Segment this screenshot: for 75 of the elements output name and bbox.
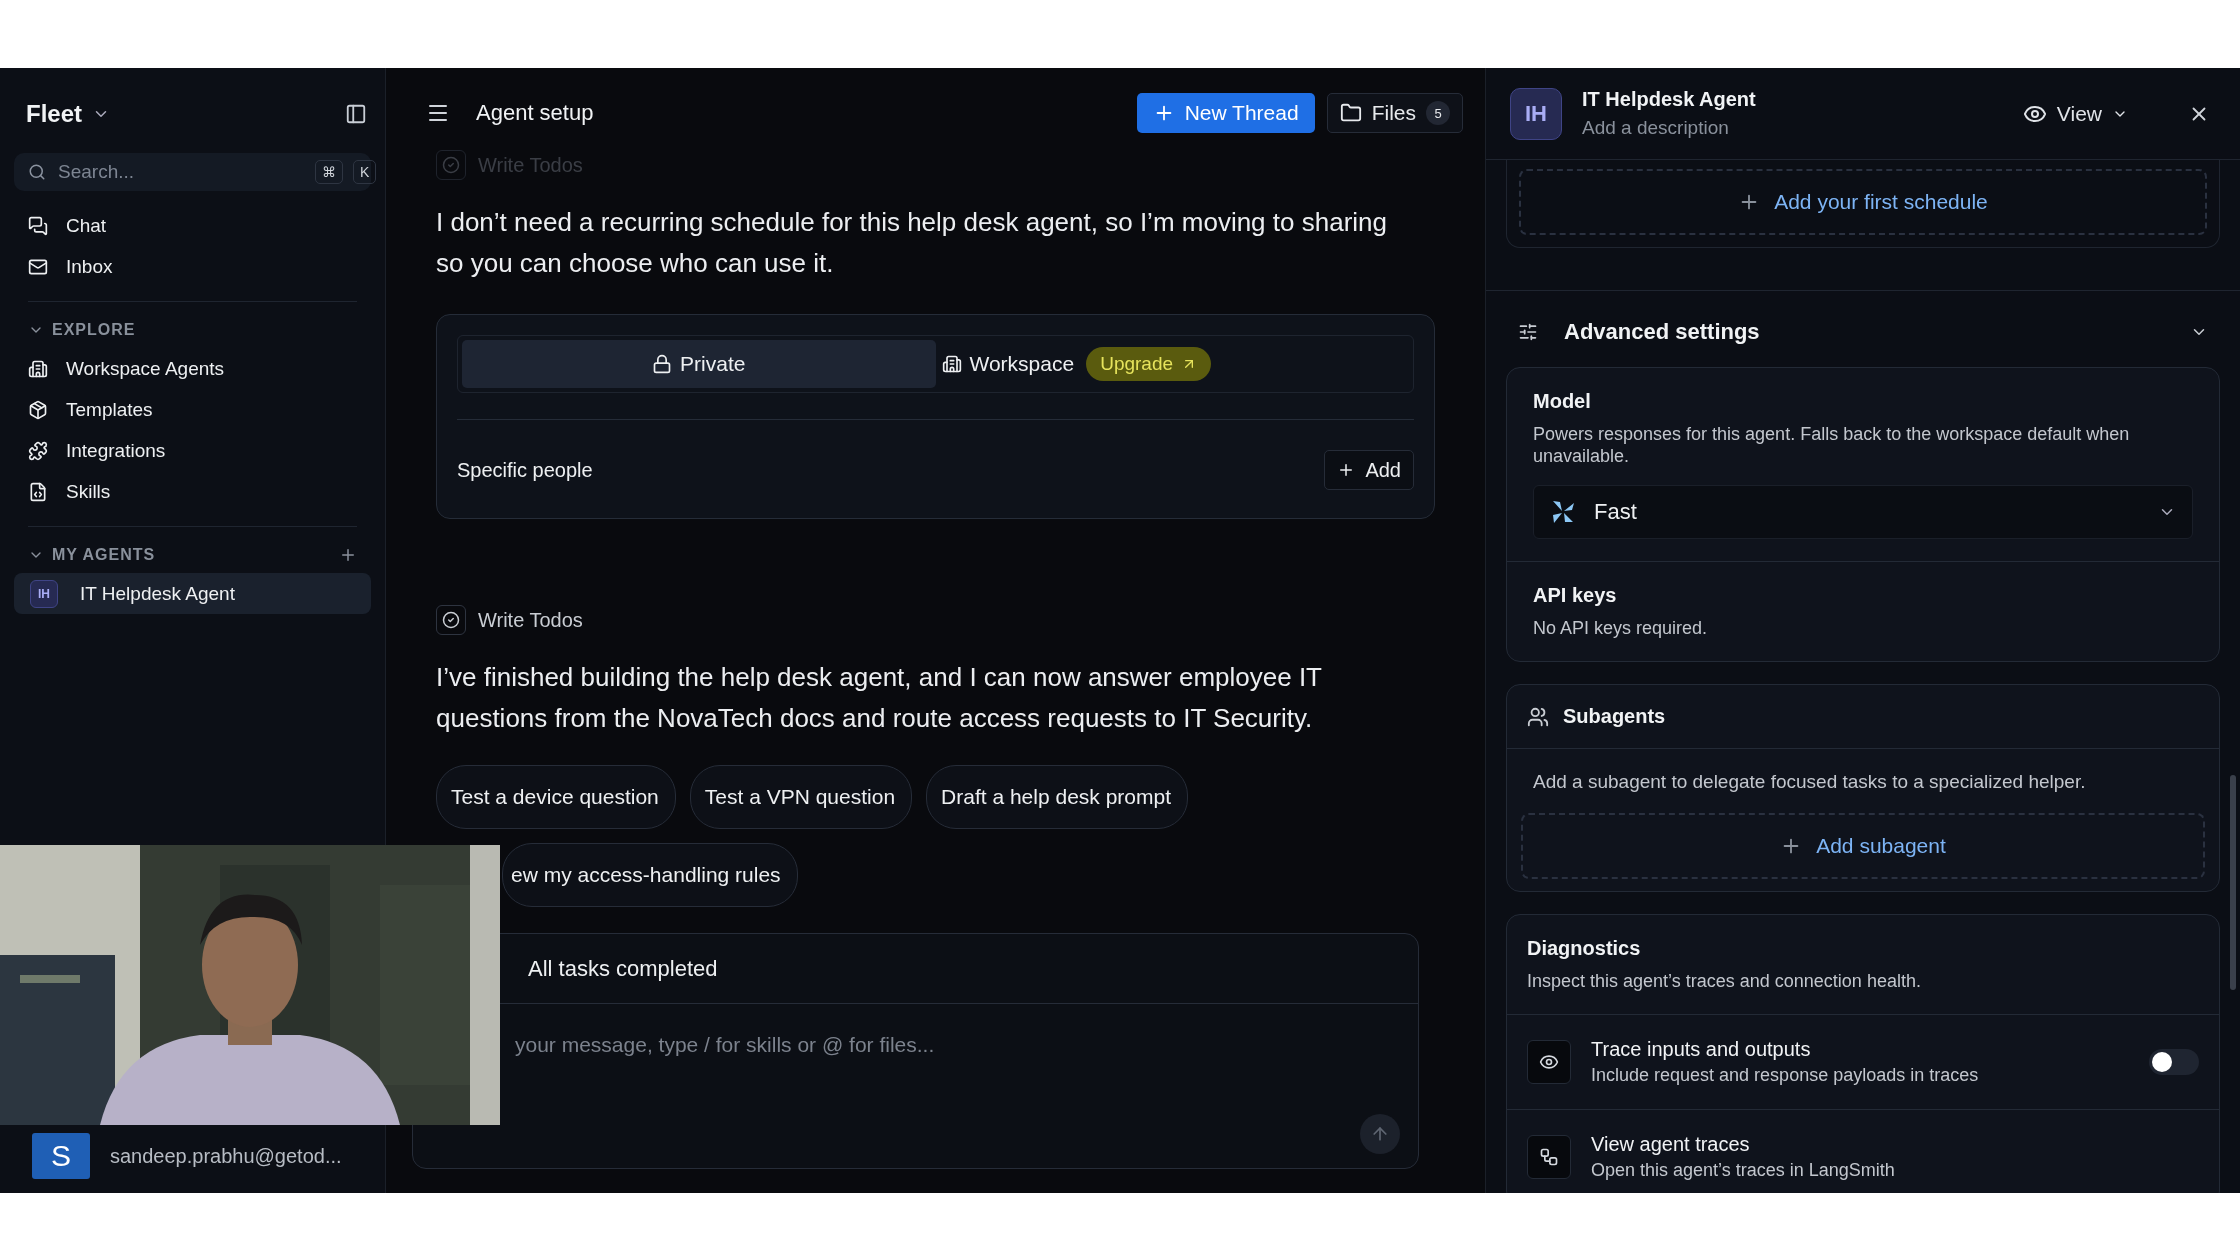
files-button[interactable]: Files 5: [1326, 93, 1463, 133]
suggestion-chip[interactable]: Draft a help desk prompt: [926, 765, 1189, 829]
panel-icon: [345, 103, 367, 125]
package-icon: [28, 399, 48, 420]
agent-initials: IH: [30, 579, 58, 608]
visibility-option[interactable]: Private: [462, 340, 936, 388]
section-heading: MY AGENTS: [52, 546, 157, 564]
row-description: Include request and response payloads in traces: [1591, 1065, 1980, 1086]
folder-icon: [1339, 102, 1362, 124]
card-description: No API keys required.: [1533, 617, 1709, 639]
sidebar-item[interactable]: Workspace Agents: [14, 348, 371, 389]
view-button[interactable]: View: [2016, 100, 2134, 127]
visibility-option[interactable]: Workspace: [935, 340, 1081, 388]
count-badge: 5: [1426, 101, 1450, 125]
section-heading: EXPLORE: [52, 321, 136, 339]
message-text: I’ve finished building the help desk agent, and I can now answer employee IT questions from the NovaTech docs and route access requests to IT Security.: [436, 661, 1323, 735]
agent-description[interactable]: Add a description: [1582, 117, 1997, 139]
agent-initials: IH: [1510, 87, 1562, 140]
building-icon: [941, 354, 962, 374]
workspace-name[interactable]: Fleet: [26, 100, 82, 128]
message-text: I don’t need a recurring schedule for this help desk agent, so I’m moving to sharing so you can choose who can use it.: [436, 206, 1388, 280]
task-status: All tasks completed: [528, 955, 718, 982]
shortcut-key: ⌘: [315, 160, 343, 184]
tool-label: Write Todos: [478, 608, 583, 632]
shortcut-key: K: [353, 160, 377, 184]
suggestion-chip[interactable]: Test a VPN question: [689, 765, 913, 829]
add-schedule-button[interactable]: Add your first schedule: [1519, 169, 2207, 235]
card-title: API keys: [1533, 584, 1618, 607]
card-title: Model: [1533, 390, 1592, 413]
sidebar-item[interactable]: Inbox: [14, 246, 371, 287]
search-field[interactable]: Search...: [56, 160, 305, 184]
check-icon: [436, 605, 466, 635]
user-email: sandeep.prabhu@getod...: [110, 1144, 342, 1168]
pinwheel-icon: [1550, 499, 1576, 525]
upgrade-badge[interactable]: Upgrade: [1086, 347, 1212, 381]
add-button[interactable]: Add: [1324, 450, 1414, 490]
send-button[interactable]: [1360, 1114, 1400, 1154]
sidebar-item[interactable]: Chat: [14, 205, 371, 246]
people-label: Specific people: [457, 458, 593, 482]
search-icon: [28, 163, 46, 181]
file-icon: [28, 481, 48, 502]
section-title: Advanced settings: [1564, 319, 1761, 345]
card-title: Diagnostics: [1527, 937, 1642, 960]
sidebar-item[interactable]: Skills: [14, 471, 371, 512]
sliders-icon: [1518, 322, 1538, 342]
users-icon: [1527, 705, 1549, 728]
row-title: View agent traces: [1591, 1133, 1751, 1156]
puzzle-icon: [28, 440, 48, 461]
row-description: Open this agent’s traces in LangSmith: [1591, 1160, 1896, 1181]
card-title: Subagents: [1563, 705, 1666, 728]
scrollbar[interactable]: [2230, 775, 2236, 990]
card-description: Add a subagent to delegate focused tasks to a specialized helper.: [1532, 771, 2087, 793]
add-icon[interactable]: [339, 546, 357, 564]
model-select[interactable]: Fast: [1533, 485, 2193, 539]
user-avatar[interactable]: S: [32, 1133, 90, 1179]
sidebar-item[interactable]: Integrations: [14, 430, 371, 471]
message-input[interactable]: your message, type / for skills or @ for files...: [513, 1032, 1073, 1058]
agent-item[interactable]: IH IT Helpdesk Agent: [14, 573, 371, 614]
building-icon: [28, 358, 48, 379]
page-title: Agent setup: [476, 100, 595, 126]
card-description: Powers responses for this agent. Falls back to the workspace default when unavailable.: [1533, 423, 2131, 467]
flow-icon: [1527, 1135, 1571, 1179]
row-title: Trace inputs and outputs: [1591, 1038, 1812, 1061]
agent-name: IT Helpdesk Agent: [1582, 88, 1757, 111]
add-subagent-button[interactable]: Add subagent: [1521, 813, 2205, 879]
check-icon: [436, 150, 466, 180]
eye-icon: [1527, 1040, 1571, 1084]
toggle-switch[interactable]: [2149, 1049, 2199, 1075]
chat-icon: [28, 215, 48, 236]
suggestion-chip[interactable]: ew my access-handling rules: [502, 843, 798, 907]
lock-icon: [652, 354, 673, 374]
card-description: Inspect this agent’s traces and connection health.: [1527, 970, 1922, 992]
suggestion-chip[interactable]: Test a device question: [436, 765, 676, 829]
new-thread-button[interactable]: New Thread: [1136, 93, 1315, 133]
sidebar-item[interactable]: Templates: [14, 389, 371, 430]
